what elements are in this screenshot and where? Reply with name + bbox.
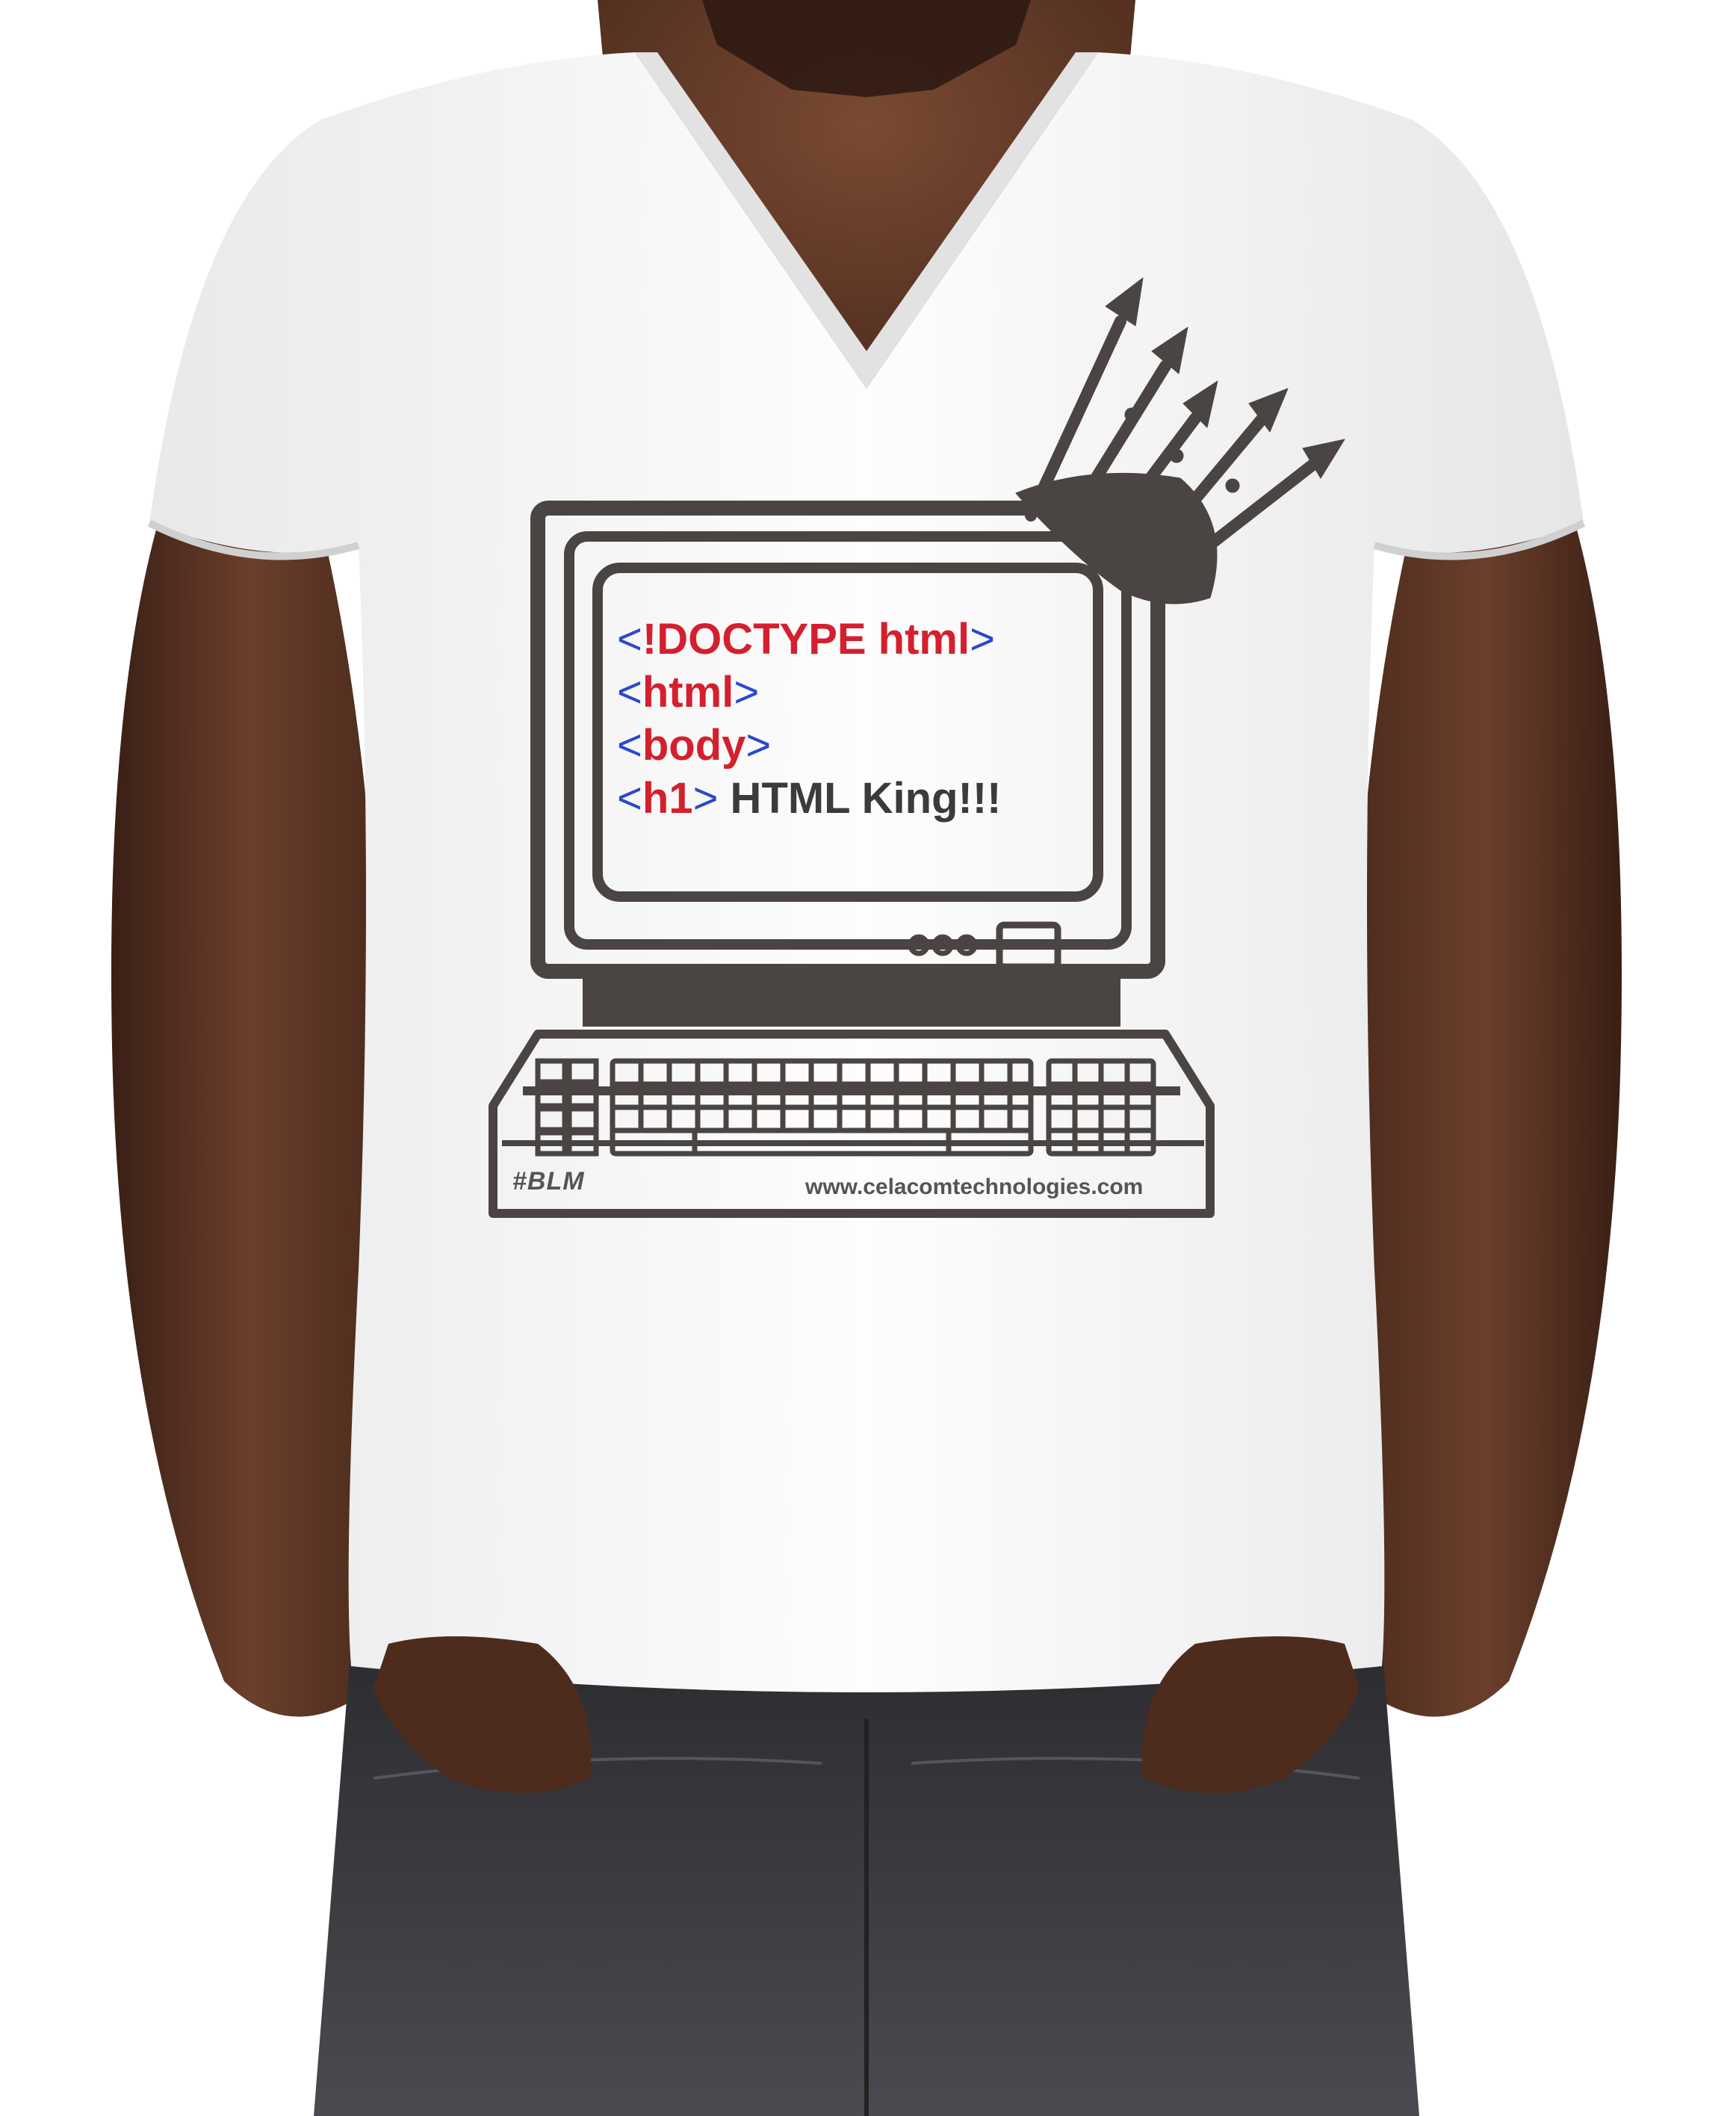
open-bracket: < <box>617 615 642 663</box>
code-line-h1: <h1> HTML King!!! <box>617 772 1095 825</box>
close-bracket: > <box>692 774 719 823</box>
monitor-stand <box>583 979 1120 1027</box>
website-label: www.celacomtechnologies.com <box>805 1175 1144 1199</box>
open-bracket: < <box>617 721 642 770</box>
close-bracket: > <box>745 721 772 770</box>
right-arm <box>1345 478 1622 1717</box>
close-bracket: > <box>734 668 760 717</box>
open-bracket: < <box>617 774 642 823</box>
doctype-html-attr: html <box>866 615 970 663</box>
body-tag: body <box>642 721 746 770</box>
close-bracket: > <box>970 615 995 663</box>
hashtag-label: #BLM <box>512 1167 585 1195</box>
code-line-body: <body> <box>617 719 1095 772</box>
html-king-text: HTML King!!! <box>718 774 1002 823</box>
code-screen: <!DOCTYPE html> <html> <body> <h1> HTML … <box>617 613 1095 837</box>
code-line-doctype: <!DOCTYPE html> <box>617 613 1095 666</box>
doctype-tag: !DOCTYPE <box>642 615 867 663</box>
open-bracket: < <box>617 668 642 717</box>
left-arm <box>111 478 388 1717</box>
code-line-html: <html> <box>617 666 1095 719</box>
photo-scene <box>111 0 1622 2116</box>
html-tag: html <box>642 668 734 717</box>
h1-tag: h1 <box>642 774 693 823</box>
